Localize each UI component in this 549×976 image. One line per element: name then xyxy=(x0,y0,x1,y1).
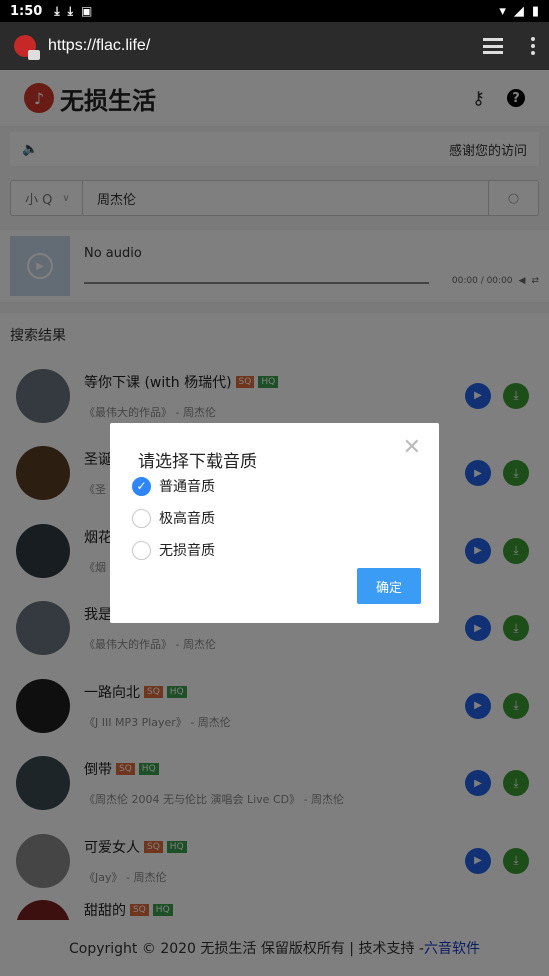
more-menu-icon[interactable] xyxy=(531,37,535,55)
option-normal-quality[interactable]: ✓ 普通音质 xyxy=(132,476,215,496)
radio-button[interactable] xyxy=(132,508,151,528)
option-high-quality[interactable]: 极高音质 xyxy=(132,508,215,528)
wifi-icon: ▾ xyxy=(499,3,506,19)
status-bar: 1:50 ⤓ ⤓ ▣ ▾ ◢ ▮ xyxy=(0,0,549,22)
download-icon: ⤓ xyxy=(54,3,60,18)
dialog-title: 请选择下载音质 xyxy=(138,452,257,472)
close-icon[interactable]: ✕ xyxy=(403,437,421,459)
option-label: 普通音质 xyxy=(159,479,215,495)
tabs-icon[interactable] xyxy=(483,38,503,54)
quality-dialog: ✕ 请选择下载音质 ✓ 普通音质 极高音质 无损音质 确定 xyxy=(110,423,439,623)
radio-button[interactable] xyxy=(132,540,151,560)
confirm-button[interactable]: 确定 xyxy=(357,568,421,604)
notification-icon: ▣ xyxy=(80,4,93,18)
download-icon-2: ⤓ xyxy=(67,3,73,18)
battery-icon: ▮ xyxy=(531,3,539,19)
browser-toolbar: https://flac.life/ xyxy=(0,22,549,70)
signal-icon: ◢ xyxy=(513,3,524,19)
checkmark-icon[interactable]: ✓ xyxy=(132,476,151,496)
status-time: 1:50 xyxy=(10,3,43,19)
option-label: 极高音质 xyxy=(159,511,215,527)
option-label: 无损音质 xyxy=(159,543,215,559)
url-bar[interactable]: https://flac.life/ xyxy=(48,37,150,55)
option-lossless-quality[interactable]: 无损音质 xyxy=(132,540,215,560)
site-security-icon[interactable] xyxy=(14,35,40,60)
